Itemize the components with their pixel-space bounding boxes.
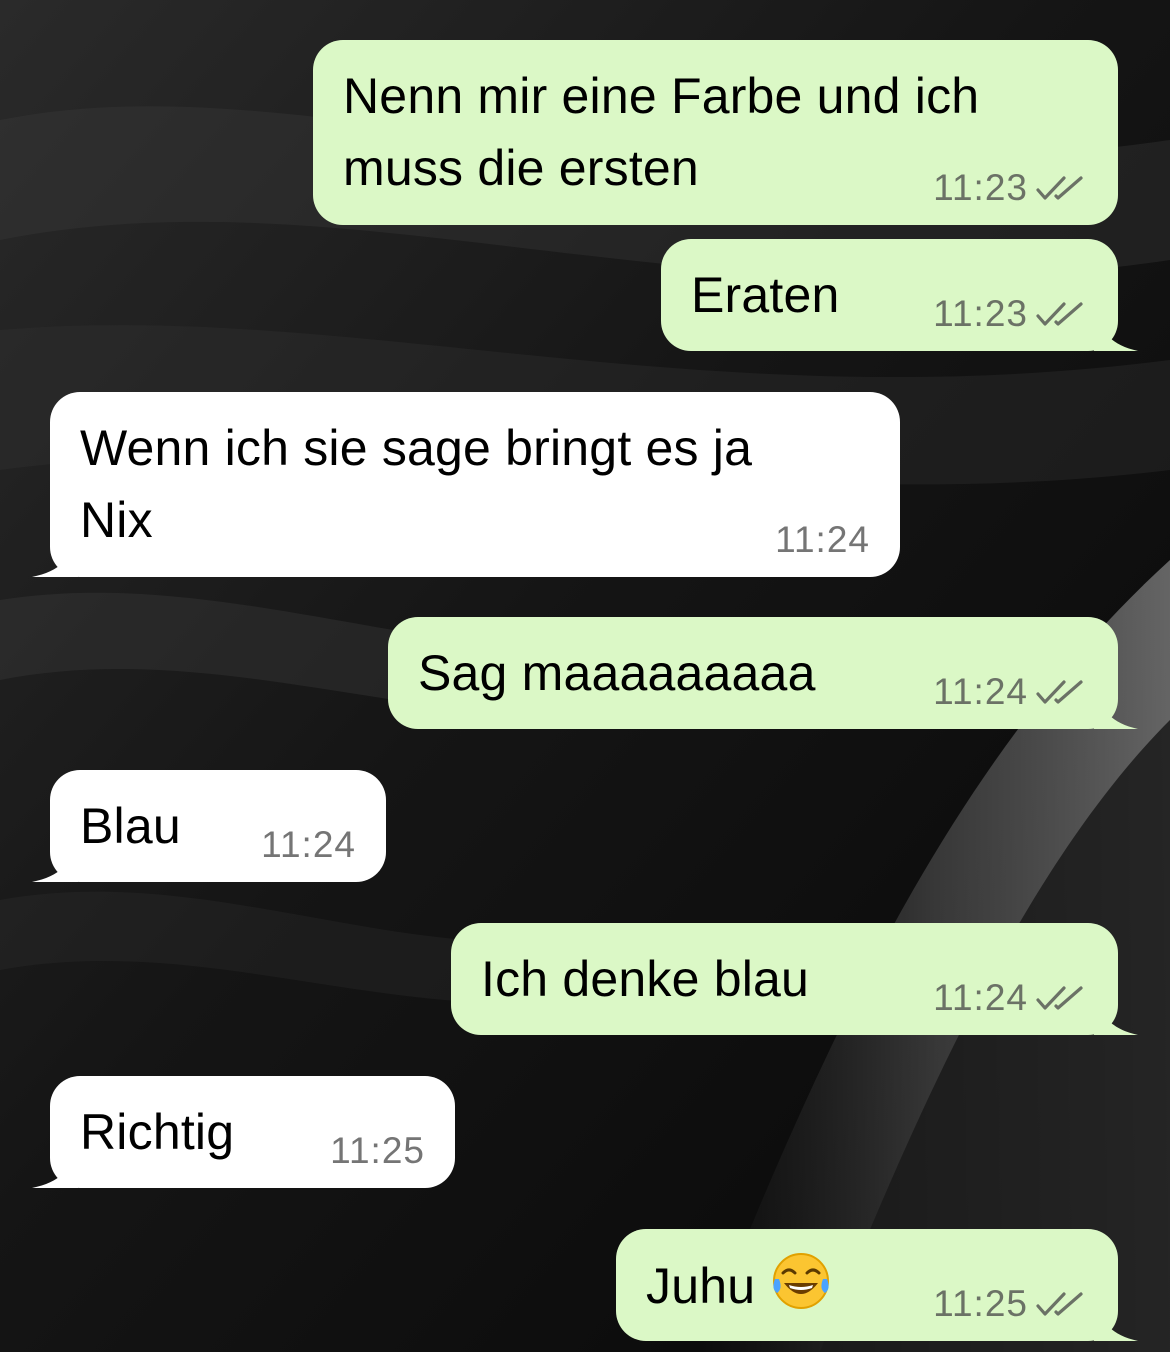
message-time: 11:23	[933, 293, 1028, 334]
bubble-tail	[32, 838, 78, 882]
message-meta: 11:25	[933, 1283, 1088, 1325]
message-time: 11:24	[775, 519, 870, 560]
outgoing-message-bubble[interactable]: Sag maaaaaaaaa 11:24	[388, 617, 1138, 729]
message-time: 11:25	[330, 1130, 425, 1171]
message-time: 11:24	[933, 977, 1028, 1018]
message-time: 11:23	[933, 167, 1028, 208]
message-time: 11:25	[933, 1283, 1028, 1324]
message-meta: 11:25	[330, 1130, 425, 1172]
message-time: 11:24	[261, 824, 356, 865]
outgoing-message-bubble[interactable]: Ich denke blau 11:24	[451, 923, 1138, 1035]
message-meta: 11:24	[933, 977, 1088, 1019]
incoming-message-bubble[interactable]: Richtig 11:25	[32, 1076, 455, 1188]
message-text: Wenn ich sie sage bringt es ja Nix	[80, 420, 753, 548]
message-meta: 11:24	[261, 824, 356, 866]
bubble-tail	[32, 1144, 78, 1188]
read-double-check-icon	[1036, 176, 1083, 200]
read-double-check-icon	[1036, 986, 1083, 1010]
outgoing-message-bubble[interactable]: Eraten 11:23	[661, 239, 1138, 351]
bubble-tail	[1094, 1297, 1138, 1341]
read-double-check-icon	[1036, 302, 1083, 326]
incoming-message-bubble[interactable]: Blau 11:24	[32, 770, 386, 882]
message-meta: 11:24	[933, 671, 1088, 713]
message-meta: 11:24	[775, 519, 870, 561]
outgoing-message-bubble[interactable]: Juhu 11:25	[616, 1229, 1138, 1341]
face-with-tears-of-joy-emoji	[773, 1253, 830, 1309]
read-double-check-icon	[1036, 680, 1083, 704]
message-meta: 11:23	[933, 293, 1088, 335]
bubble-tail	[1094, 991, 1138, 1035]
message-time: 11:24	[933, 671, 1028, 712]
incoming-message-bubble[interactable]: Wenn ich sie sage bringt es ja Nix 11:24	[32, 392, 900, 577]
chat-message-list[interactable]: Nenn mir eine Farbe und ich muss die ers…	[0, 0, 1170, 1352]
bubble-tail	[1094, 685, 1138, 729]
bubble-tail	[32, 533, 78, 577]
outgoing-message-bubble[interactable]: Nenn mir eine Farbe und ich muss die ers…	[313, 40, 1118, 225]
message-text-content: Juhu	[646, 1258, 756, 1314]
read-double-check-icon	[1036, 1292, 1083, 1316]
bubble-tail	[1094, 307, 1138, 351]
message-meta: 11:23	[933, 167, 1088, 209]
